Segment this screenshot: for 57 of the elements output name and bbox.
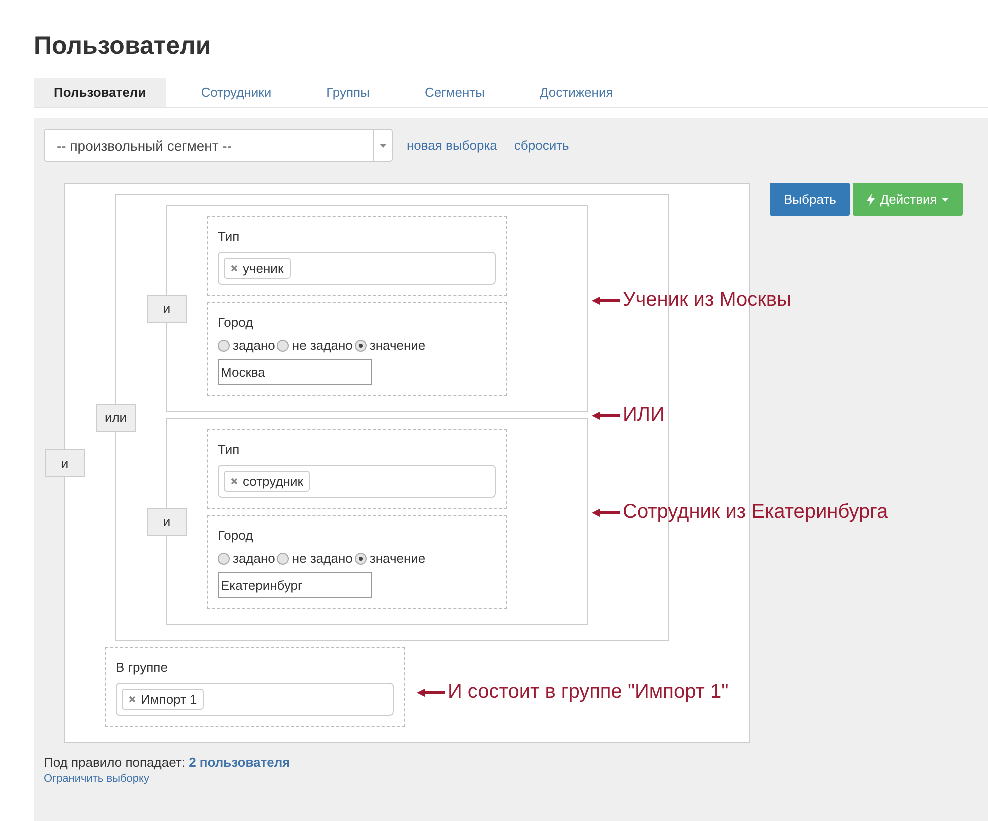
condition-label: Тип xyxy=(218,229,241,244)
operator-button[interactable]: и xyxy=(147,508,187,536)
radio-button[interactable] xyxy=(277,552,290,564)
radio-label: не задано xyxy=(292,338,353,353)
tab[interactable]: Сотрудники xyxy=(181,78,292,107)
tab[interactable]: Достижения xyxy=(520,78,634,107)
tab[interactable]: Сегменты xyxy=(404,78,505,107)
radio-button[interactable] xyxy=(218,552,230,564)
summary-text: Под правило попадает: xyxy=(44,755,186,770)
remove-icon xyxy=(129,696,136,703)
tag-label: ученик xyxy=(243,261,284,276)
select-button[interactable]: Выбрать xyxy=(770,183,850,216)
radio-button[interactable] xyxy=(354,552,367,564)
annotation-text: Сотрудник из Екатеринбурга xyxy=(623,501,888,524)
radio-button[interactable] xyxy=(354,340,367,352)
link[interactable]: новая выборка xyxy=(407,138,498,153)
operator-button[interactable]: и xyxy=(147,294,187,322)
bolt-icon xyxy=(867,194,876,206)
text-field[interactable]: Москва xyxy=(218,359,372,385)
annotation-text: И состоит в группе "Импорт 1" xyxy=(448,681,729,704)
annotation-text: ИЛИ xyxy=(623,404,665,427)
tab[interactable]: Пользователи xyxy=(34,78,166,107)
arrow-icon xyxy=(592,508,620,516)
annotation-text: Ученик из Москвы xyxy=(623,289,792,312)
radio-button[interactable] xyxy=(218,340,230,352)
select-value: -- произвольный сегмент -- xyxy=(56,138,233,154)
count-link[interactable]: 2 пользователя xyxy=(189,755,290,770)
arrow-icon xyxy=(417,688,445,696)
condition-label: Город xyxy=(218,315,254,330)
tag-label: Импорт 1 xyxy=(141,692,198,707)
tag-field[interactable]: Импорт 1 xyxy=(116,683,394,716)
text-field[interactable]: Екатеринбург xyxy=(218,572,372,598)
radio-label: задано xyxy=(233,551,276,566)
limit-link[interactable]: Ограничить выборку xyxy=(44,773,150,785)
operator-button[interactable]: и xyxy=(45,449,85,477)
page-title: Пользователи xyxy=(34,31,212,62)
arrow-icon xyxy=(592,412,620,420)
condition-label: В группе xyxy=(116,660,169,675)
tag-field[interactable]: ученик xyxy=(218,252,496,285)
radio-label: задано xyxy=(233,338,276,353)
condition-label: Город xyxy=(218,528,254,543)
operator-button[interactable]: или xyxy=(96,404,136,432)
remove-icon xyxy=(231,478,238,485)
radio-label: значение xyxy=(370,551,426,566)
tab[interactable]: Группы xyxy=(306,78,390,107)
radio-label: не задано xyxy=(292,551,353,566)
condition-label: Тип xyxy=(218,442,241,457)
arrow-icon xyxy=(592,296,620,304)
caret-icon xyxy=(942,198,950,202)
radio-label: значение xyxy=(370,338,426,353)
link[interactable]: сбросить xyxy=(514,138,570,153)
radio-button[interactable] xyxy=(277,340,290,352)
caret-icon xyxy=(380,144,386,148)
remove-icon xyxy=(231,265,238,272)
segment-select[interactable]: -- произвольный сегмент -- xyxy=(44,129,393,162)
tag-field[interactable]: сотрудник xyxy=(218,465,496,498)
tag-label: сотрудник xyxy=(243,474,304,489)
